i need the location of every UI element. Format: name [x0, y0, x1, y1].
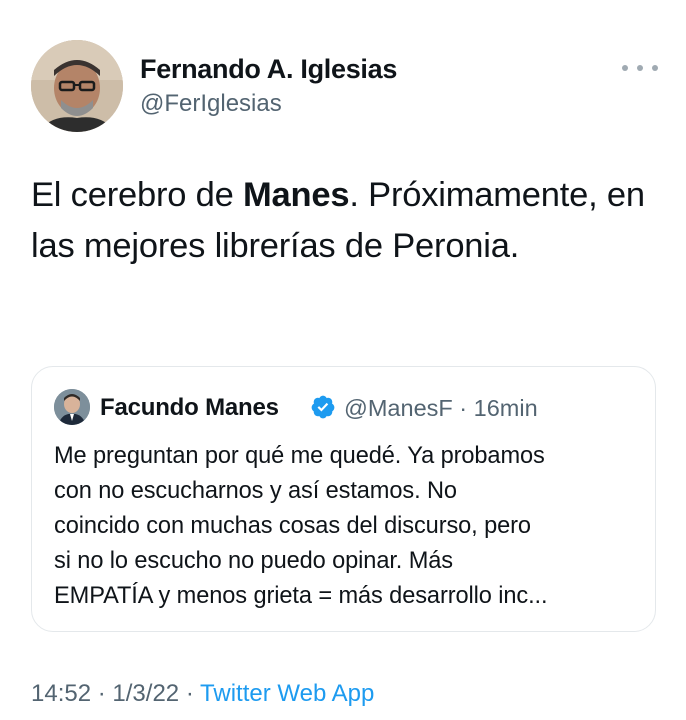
more-options-icon[interactable] [622, 61, 658, 75]
quoted-text-line: EMPATÍA y menos grieta = más desarrollo … [54, 583, 548, 609]
footer-separator: · [185, 680, 194, 707]
quoted-author-avatar[interactable] [54, 389, 90, 425]
quoted-meta: @ManesF · 16min [344, 395, 538, 422]
quoted-time[interactable]: 16min [474, 395, 538, 421]
tweet-text-bold: Manes [242, 176, 350, 214]
more-dot [652, 65, 658, 71]
tweet-timestamp-row: 14:52 · 1/3/22 · Twitter Web App [31, 680, 374, 708]
quoted-text-line: Me preguntan por qué me quedé. Ya probam… [54, 443, 545, 469]
author-avatar-image [31, 40, 123, 132]
meta-separator: · [459, 395, 468, 421]
tweet-text-part: El cerebro de [31, 176, 243, 214]
quoted-author-handle[interactable]: @ManesF [344, 395, 453, 421]
author-handle[interactable]: @FerIglesias [140, 90, 282, 118]
quoted-tweet-text: Me preguntan por qué me quedé. Ya probam… [54, 439, 639, 614]
quoted-author-name[interactable]: Facundo Manes [100, 394, 279, 422]
footer-separator: · [97, 680, 106, 707]
more-dot [637, 65, 643, 71]
source-app-link[interactable]: Twitter Web App [200, 680, 374, 707]
tweet-text: El cerebro de Manes. Próximamente, en la… [31, 170, 651, 272]
quoted-text-line: si no lo escucho no puedo opinar. Más [54, 548, 453, 574]
quoted-avatar-image [54, 389, 90, 425]
quoted-text-line: con no escucharnos y así estamos. No [54, 478, 457, 504]
author-avatar[interactable] [31, 40, 123, 132]
tweet-date[interactable]: 1/3/22 [112, 680, 179, 707]
more-dot [622, 65, 628, 71]
tweet-time[interactable]: 14:52 [31, 680, 91, 707]
verified-badge-icon [311, 395, 335, 419]
author-name[interactable]: Fernando A. Iglesias [140, 54, 397, 85]
quoted-tweet-card[interactable]: Facundo Manes @ManesF · 16min Me pregunt… [31, 366, 656, 632]
tweet-page: Fernando A. Iglesias @FerIglesias El cer… [0, 0, 686, 720]
quoted-text-line: coincido con muchas cosas del discurso, … [54, 513, 531, 539]
